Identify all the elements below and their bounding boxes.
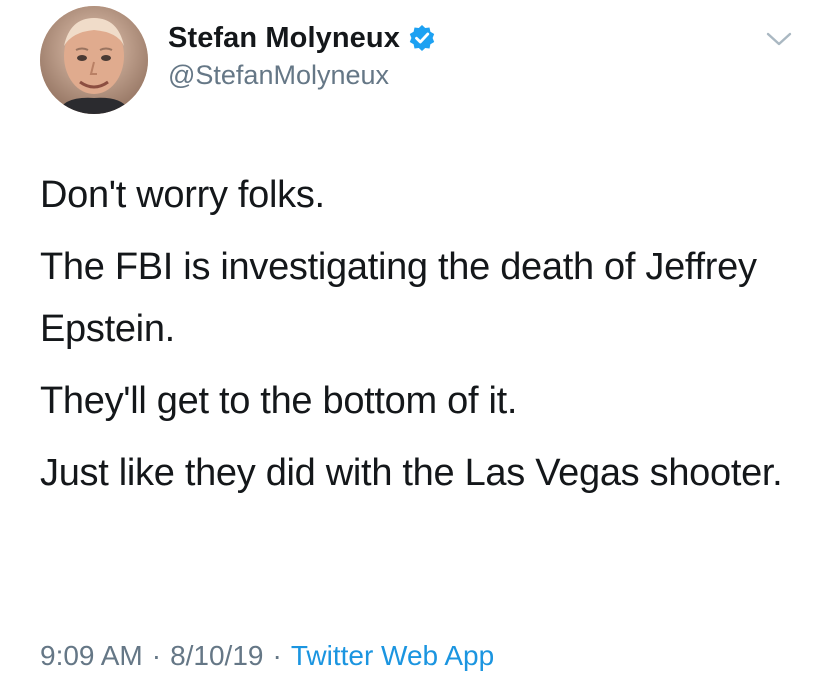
tweet-paragraph: Don't worry folks. — [40, 174, 325, 216]
tweet-text: Don't worry folks. The FBI is investigat… — [40, 164, 800, 514]
avatar-photo — [40, 6, 148, 114]
author-name-row[interactable]: Stefan Molyneux — [168, 20, 436, 56]
author-name[interactable]: Stefan Molyneux — [168, 22, 400, 55]
chevron-down-icon[interactable] — [764, 28, 794, 50]
tweet-paragraph: Just like they did with the Las Vegas sh… — [40, 452, 783, 494]
tweet-paragraph: They'll get to the bottom of it. — [40, 380, 518, 422]
author-handle[interactable]: @StefanMolyneux — [168, 60, 389, 91]
meta-separator: · — [272, 640, 282, 671]
tweet-date[interactable]: 8/10/19 — [170, 640, 263, 672]
tweet-card: Stefan Molyneux @StefanMolyneux Don't wo… — [0, 0, 828, 691]
tweet-source-link[interactable]: Twitter Web App — [291, 640, 494, 672]
tweet-time[interactable]: 9:09 AM — [40, 640, 143, 672]
verified-badge-icon — [408, 24, 436, 52]
avatar[interactable] — [40, 6, 148, 114]
tweet-meta: 9:09 AM · 8/10/19 · Twitter Web App — [40, 640, 494, 672]
tweet-paragraph: The FBI is investigating the death of Je… — [40, 246, 757, 350]
meta-separator: · — [151, 640, 162, 671]
